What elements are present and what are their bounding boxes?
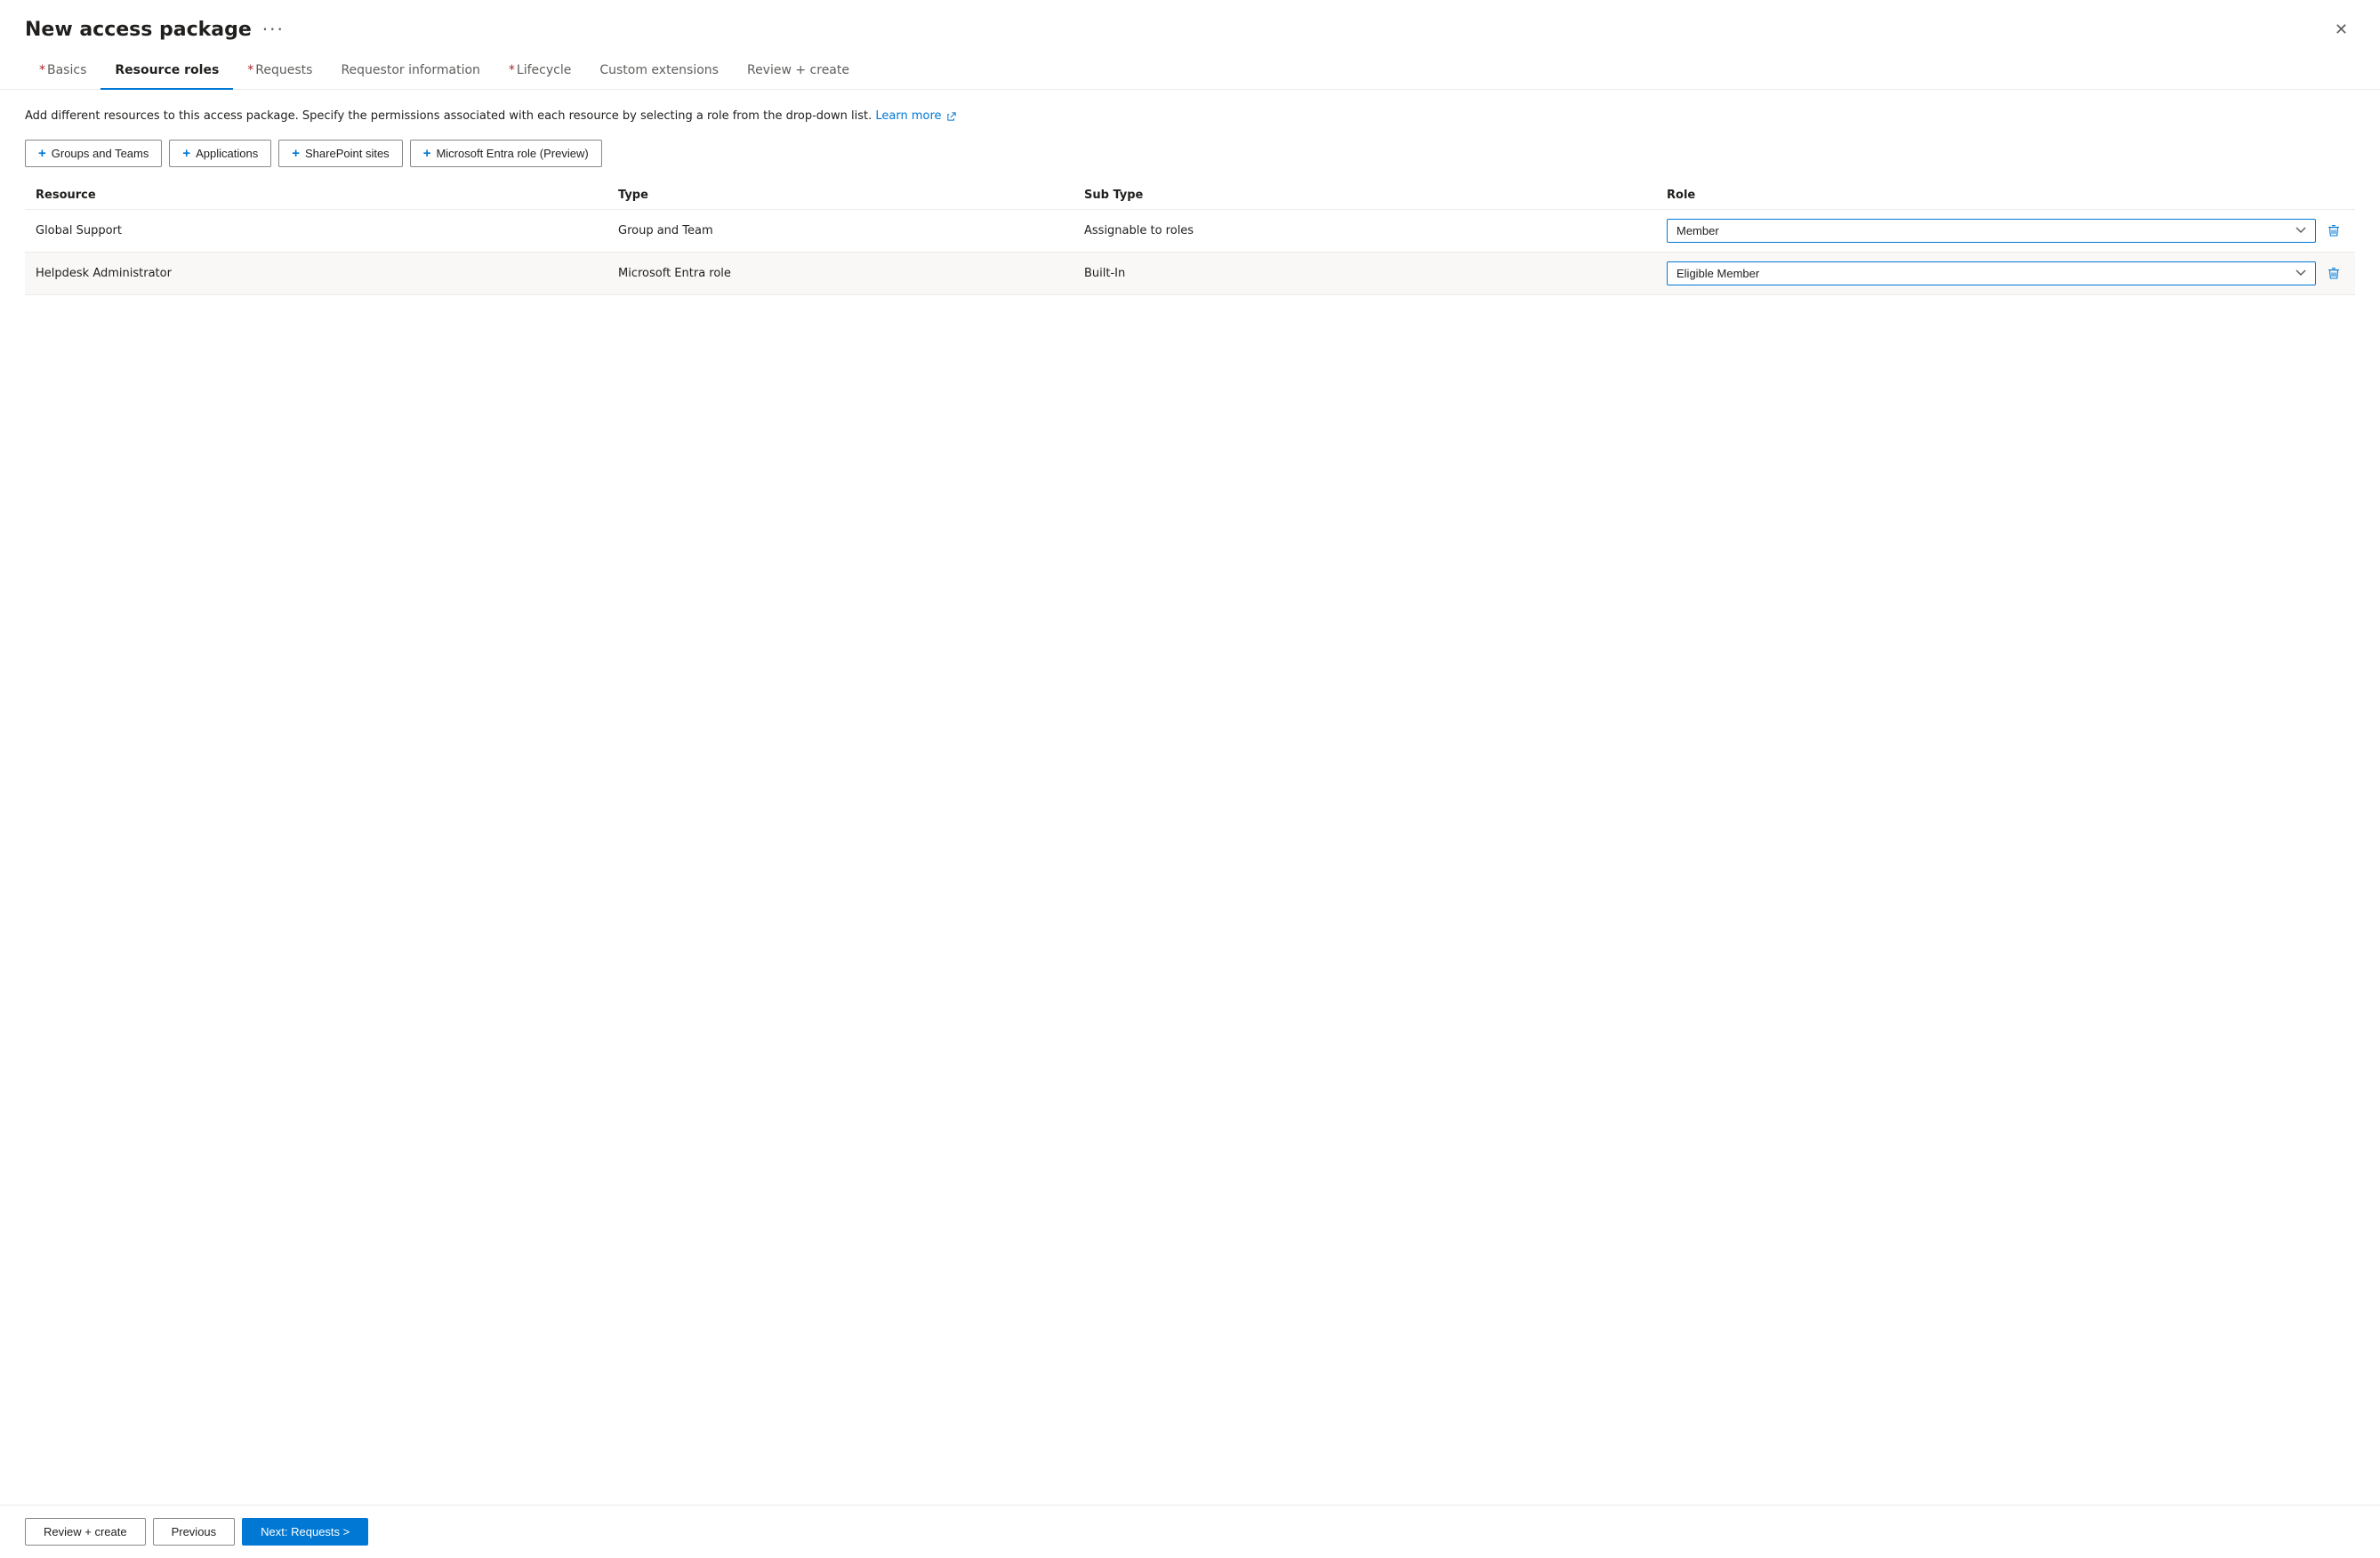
add-applications-button[interactable]: + Applications <box>169 140 271 167</box>
table-row: Helpdesk AdministratorMicrosoft Entra ro… <box>25 252 2355 294</box>
tab-basics[interactable]: *Basics <box>25 56 101 90</box>
previous-button[interactable]: Previous <box>153 1518 236 1546</box>
tab-lifecycle[interactable]: *Lifecycle <box>494 56 585 90</box>
review-create-button[interactable]: Review + create <box>25 1518 146 1546</box>
cell-type: Microsoft Entra role <box>607 252 1073 294</box>
dialog-title: New access package <box>25 19 252 41</box>
required-star: * <box>39 63 45 77</box>
col-header-resource: Resource <box>25 181 607 210</box>
tabs-bar: *Basics Resource roles *Requests Request… <box>0 41 2380 90</box>
delete-row-button-0[interactable] <box>2323 220 2344 241</box>
tab-requests[interactable]: *Requests <box>233 56 326 90</box>
action-buttons: + Groups and Teams + Applications + Shar… <box>25 140 2355 167</box>
external-link-icon <box>947 112 956 121</box>
tab-custom-extensions[interactable]: Custom extensions <box>585 56 733 90</box>
cell-type: Group and Team <box>607 209 1073 252</box>
cell-resource: Helpdesk Administrator <box>25 252 607 294</box>
required-star: * <box>247 63 253 77</box>
add-sharepoint-sites-button[interactable]: + SharePoint sites <box>278 140 402 167</box>
new-access-package-dialog: New access package ··· ✕ *Basics Resourc… <box>0 0 2380 1558</box>
dialog-body: Add different resources to this access p… <box>0 90 2380 1505</box>
tab-review-create[interactable]: Review + create <box>733 56 864 90</box>
cell-subtype: Assignable to roles <box>1073 209 1656 252</box>
close-button[interactable]: ✕ <box>2328 18 2355 41</box>
dialog-footer: Review + create Previous Next: Requests … <box>0 1505 2380 1558</box>
more-options-icon[interactable]: ··· <box>262 20 285 38</box>
delete-row-button-1[interactable] <box>2323 262 2344 284</box>
required-star: * <box>509 63 515 77</box>
add-entra-role-button[interactable]: + Microsoft Entra role (Preview) <box>410 140 602 167</box>
col-header-subtype: Sub Type <box>1073 181 1656 210</box>
add-groups-teams-button[interactable]: + Groups and Teams <box>25 140 162 167</box>
description-text: Add different resources to this access p… <box>25 108 2355 125</box>
dialog-header: New access package ··· ✕ <box>0 0 2380 41</box>
table-row: Global SupportGroup and TeamAssignable t… <box>25 209 2355 252</box>
next-button[interactable]: Next: Requests > <box>242 1518 368 1546</box>
tab-resource-roles[interactable]: Resource roles <box>101 56 233 90</box>
resource-table: Resource Type Sub Type Role Global Suppo… <box>25 181 2355 295</box>
tab-requestor-information[interactable]: Requestor information <box>326 56 494 90</box>
col-header-type: Type <box>607 181 1073 210</box>
role-select-0[interactable]: MemberOwner <box>1667 219 2316 243</box>
cell-subtype: Built-In <box>1073 252 1656 294</box>
cell-role: MemberOwner <box>1656 209 2355 252</box>
cell-role: Eligible MemberActive Member <box>1656 252 2355 294</box>
cell-resource: Global Support <box>25 209 607 252</box>
title-area: New access package ··· <box>25 19 285 41</box>
table-header-row: Resource Type Sub Type Role <box>25 181 2355 210</box>
learn-more-link[interactable]: Learn more <box>875 109 955 123</box>
role-select-1[interactable]: Eligible MemberActive Member <box>1667 261 2316 285</box>
col-header-role: Role <box>1656 181 2355 210</box>
